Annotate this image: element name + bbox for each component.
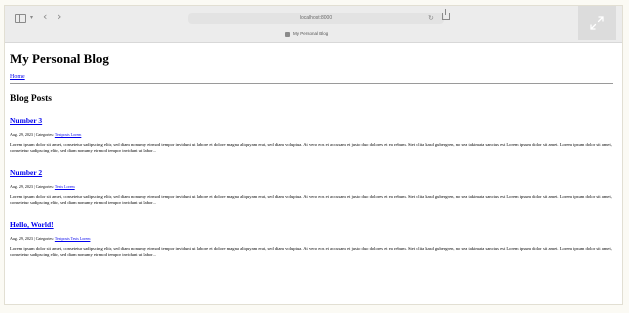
url-text: localhost:8000 [299, 15, 333, 21]
expand-icon [590, 16, 604, 30]
sidebar-toggle-icon[interactable] [15, 14, 26, 23]
post-excerpt: Lorem ipsum dolor sit amet, consetetur s… [10, 194, 612, 205]
expand-button[interactable] [578, 6, 616, 40]
post-meta: Aug. 29, 2023 | Categories: Tests Lorem [10, 184, 614, 190]
chevron-down-icon[interactable]: ▾ [30, 14, 33, 22]
post-title-link[interactable]: Hello, World! [10, 220, 54, 229]
share-icon[interactable] [442, 9, 450, 20]
browser-toolbar: ▾ ‹ › localhost:8000 ↻ My Personal Blog [5, 6, 622, 43]
chevron-right-icon[interactable]: › [57, 11, 61, 23]
blog-post: Number 2 Aug. 29, 2023 | Categories: Tes… [10, 168, 614, 206]
address-bar[interactable]: localhost:8000 [188, 13, 444, 24]
chevron-left-icon[interactable]: ‹ [43, 11, 47, 23]
post-categories-link[interactable]: Tests Lorem [55, 184, 75, 189]
post-excerpt: Lorem ipsum dolor sit amet, consetetur s… [10, 142, 612, 153]
post-title-link[interactable]: Number 2 [10, 168, 42, 177]
favicon-icon [285, 31, 290, 37]
post-categories-link[interactable]: Testposts Tests Lorem [55, 236, 91, 241]
blog-title: My Personal Blog [10, 51, 109, 66]
active-tab[interactable]: My Personal Blog [285, 29, 328, 39]
post-excerpt: Lorem ipsum dolor sit amet, consetetur s… [10, 246, 612, 257]
post-meta: Aug. 29, 2023 | Categories: Testposts Te… [10, 236, 614, 242]
reload-icon[interactable]: ↻ [428, 14, 434, 23]
browser-window: ▾ ‹ › localhost:8000 ↻ My Personal Blog … [4, 5, 623, 305]
post-meta: Aug. 29, 2023 | Categories: Testposts Lo… [10, 132, 614, 138]
blog-post: Number 3 Aug. 29, 2023 | Categories: Tes… [10, 116, 614, 154]
post-title: Number 3 [10, 116, 614, 126]
post-date-categories: Aug. 29, 2023 | Categories: [10, 236, 54, 241]
tab-title: My Personal Blog [293, 31, 329, 36]
blog-post: Hello, World! Aug. 29, 2023 | Categories… [10, 220, 614, 258]
post-date-categories: Aug. 29, 2023 | Categories: [10, 132, 54, 137]
post-title-link[interactable]: Number 3 [10, 116, 42, 125]
post-title: Number 2 [10, 168, 614, 178]
post-date-categories: Aug. 29, 2023 | Categories: [10, 184, 54, 189]
section-title: Blog Posts [10, 94, 52, 104]
post-title: Hello, World! [10, 220, 614, 230]
post-categories-link[interactable]: Testposts Lorem [55, 132, 82, 137]
home-link[interactable]: Home [10, 73, 25, 81]
divider [10, 83, 613, 84]
